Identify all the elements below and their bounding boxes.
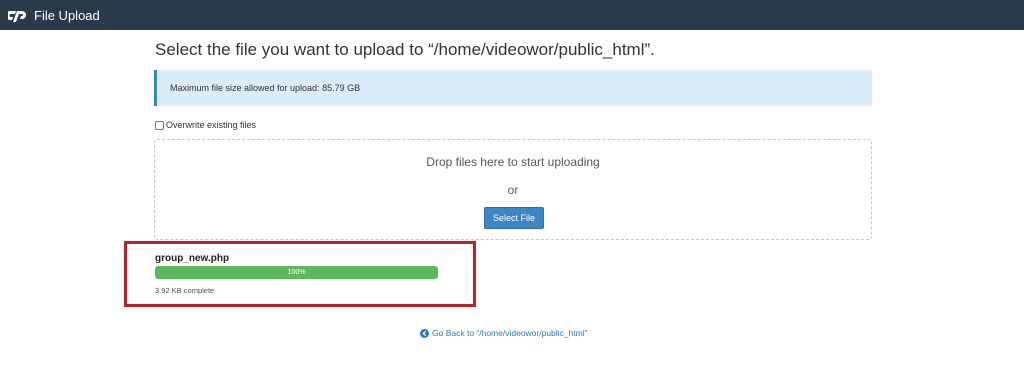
drop-zone-text: Drop files here to start uploading (426, 155, 600, 169)
max-size-alert: Maximum file size allowed for upload: 85… (154, 70, 872, 106)
go-back-text[interactable]: Go Back to “/home/videowor/public_html” (432, 328, 587, 338)
overwrite-label: Overwrite existing files (166, 120, 257, 130)
overwrite-option[interactable]: Overwrite existing files (155, 120, 256, 130)
upload-progress-fill: 100% (155, 266, 438, 279)
drop-zone-or: or (507, 183, 519, 197)
arrow-left-circle-icon (420, 328, 429, 338)
top-bar: File Upload (0, 0, 1024, 30)
drop-zone[interactable]: Drop files here to start uploading or Se… (154, 139, 872, 240)
cpanel-logo-icon[interactable] (8, 7, 28, 23)
go-back-link[interactable]: Go Back to “/home/videowor/public_html” (420, 328, 587, 338)
overwrite-checkbox[interactable] (155, 120, 164, 130)
select-file-button[interactable]: Select File (484, 207, 544, 229)
upload-heading: Select the file you want to upload to “/… (155, 40, 655, 59)
uploaded-file-name: group_new.php (155, 253, 230, 264)
max-size-text: Maximum file size allowed for upload: 85… (170, 83, 361, 93)
upload-progress-bar: 100% (155, 266, 438, 279)
page-title: File Upload (34, 7, 100, 23)
upload-status: 3.92 KB complete (155, 286, 215, 295)
upload-progress-label: 100% (287, 269, 306, 276)
